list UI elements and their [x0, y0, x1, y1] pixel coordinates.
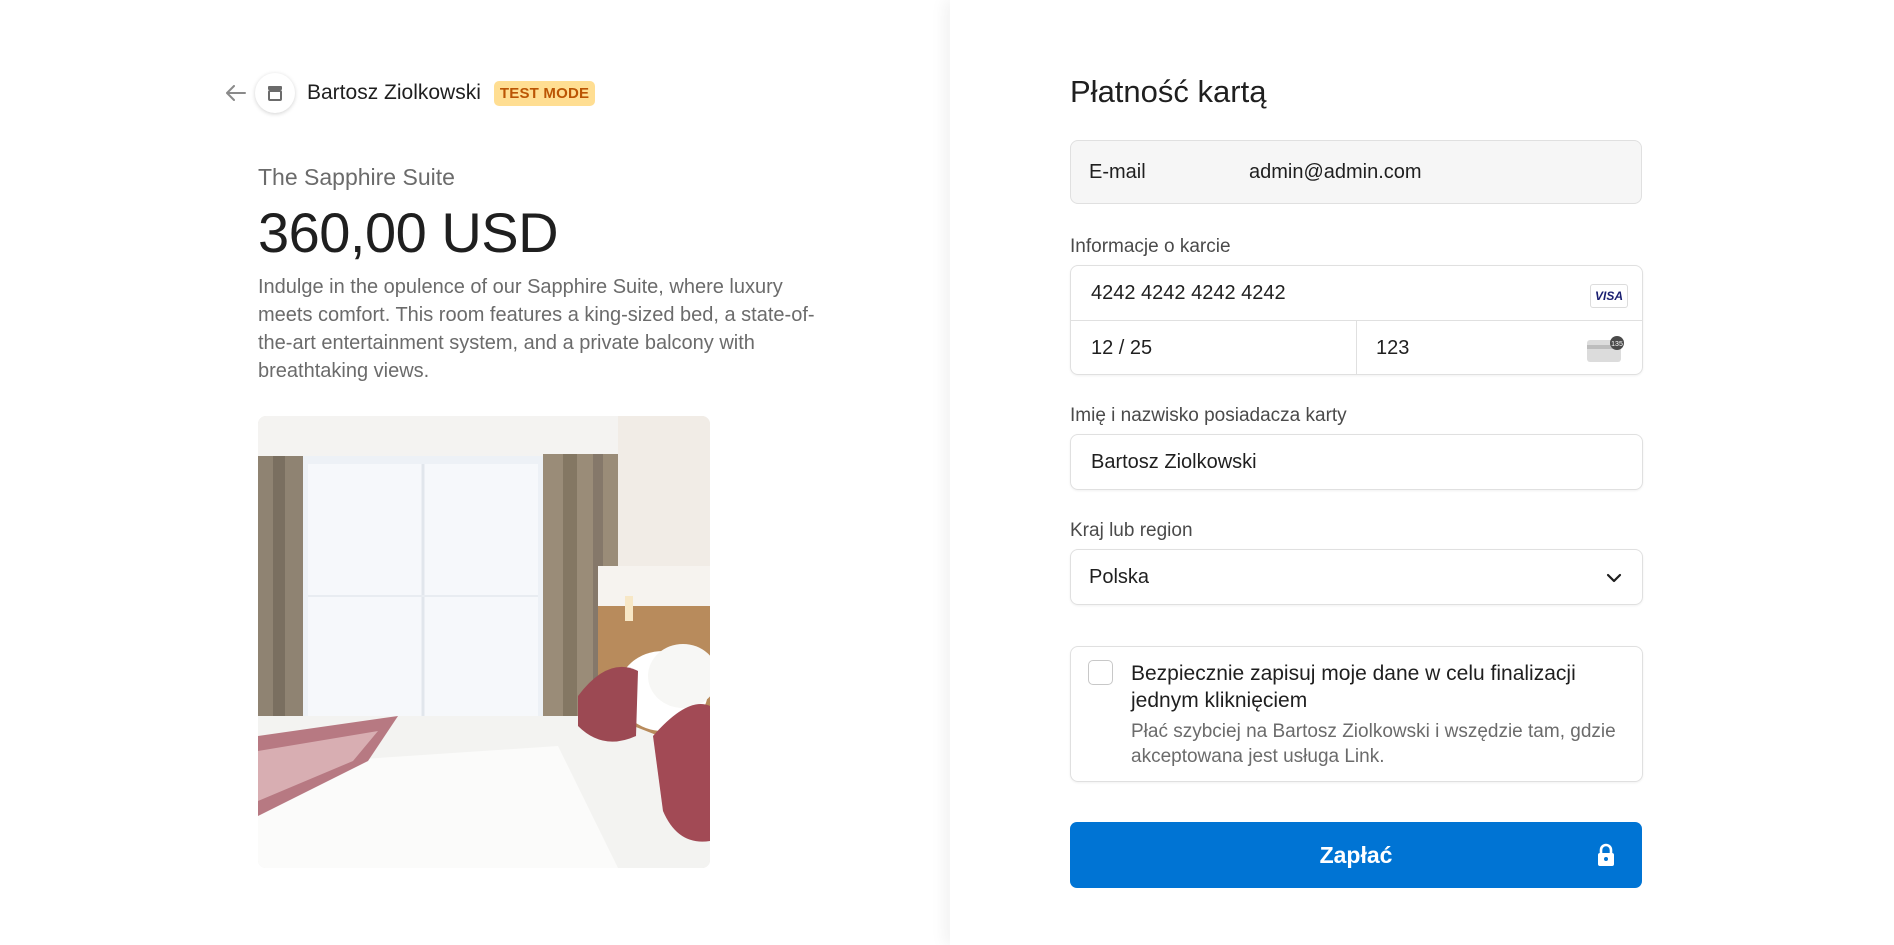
expiry-input[interactable] — [1089, 335, 1333, 361]
product-name: The Sapphire Suite — [258, 164, 455, 190]
payment-title: Płatność kartą — [1070, 74, 1267, 109]
card-number-row: VISA — [1071, 266, 1642, 321]
pay-button[interactable]: Zapłać — [1070, 822, 1642, 888]
save-info-subtitle: Płać szybciej na Bartosz Ziolkowski i ws… — [1131, 721, 1616, 767]
cvc-cell: 135 — [1356, 321, 1642, 375]
product-image — [258, 416, 710, 868]
expiry-cell — [1071, 321, 1357, 375]
email-value: admin@admin.com — [1249, 160, 1422, 183]
lock-icon — [1598, 843, 1614, 866]
cardholder-field[interactable] — [1070, 434, 1643, 490]
cardholder-input[interactable] — [1089, 449, 1593, 475]
product-description: Indulge in the opulence of our Sapphire … — [258, 276, 815, 382]
email-label: E-mail — [1089, 160, 1146, 183]
country-label: Kraj lub region — [1070, 520, 1193, 541]
card-info-label: Informacje o karcie — [1070, 236, 1231, 257]
cvc-icon-digits: 135 — [1611, 341, 1623, 348]
cardholder-label: Imię i nazwisko posiadacza karty — [1070, 405, 1347, 426]
product-price: 360,00 USD — [258, 201, 559, 264]
pay-button-label: Zapłać — [1319, 841, 1393, 868]
back-arrow-icon[interactable] — [225, 82, 247, 104]
country-select[interactable]: Polska — [1070, 549, 1643, 605]
save-info-box: Bezpiecznie zapisuj moje dane w celu fin… — [1070, 646, 1643, 782]
cvc-input[interactable] — [1374, 335, 1578, 361]
chevron-down-icon — [1606, 573, 1622, 583]
merchant-name: Bartosz Ziolkowski — [307, 81, 481, 104]
cvc-card-icon: 135 — [1587, 336, 1624, 362]
country-value: Polska — [1089, 565, 1150, 588]
payment-pane: Płatność kartą E-mail admin@admin.com In… — [950, 0, 1894, 945]
visa-logo-icon: VISA — [1590, 284, 1628, 308]
save-info-title: Bezpiecznie zapisuj moje dane w celu fin… — [1131, 662, 1576, 712]
email-field[interactable]: E-mail admin@admin.com — [1070, 140, 1642, 204]
order-summary-pane: Bartosz Ziolkowski TEST MODE The Sapphir… — [0, 0, 950, 945]
card-number-input[interactable] — [1089, 280, 1573, 306]
store-icon — [255, 73, 295, 113]
card-details-group: VISA 135 — [1070, 265, 1643, 375]
test-mode-badge: TEST MODE — [493, 80, 596, 106]
merchant-header: Bartosz Ziolkowski TEST MODE — [225, 73, 596, 113]
save-info-checkbox[interactable] — [1088, 660, 1113, 685]
